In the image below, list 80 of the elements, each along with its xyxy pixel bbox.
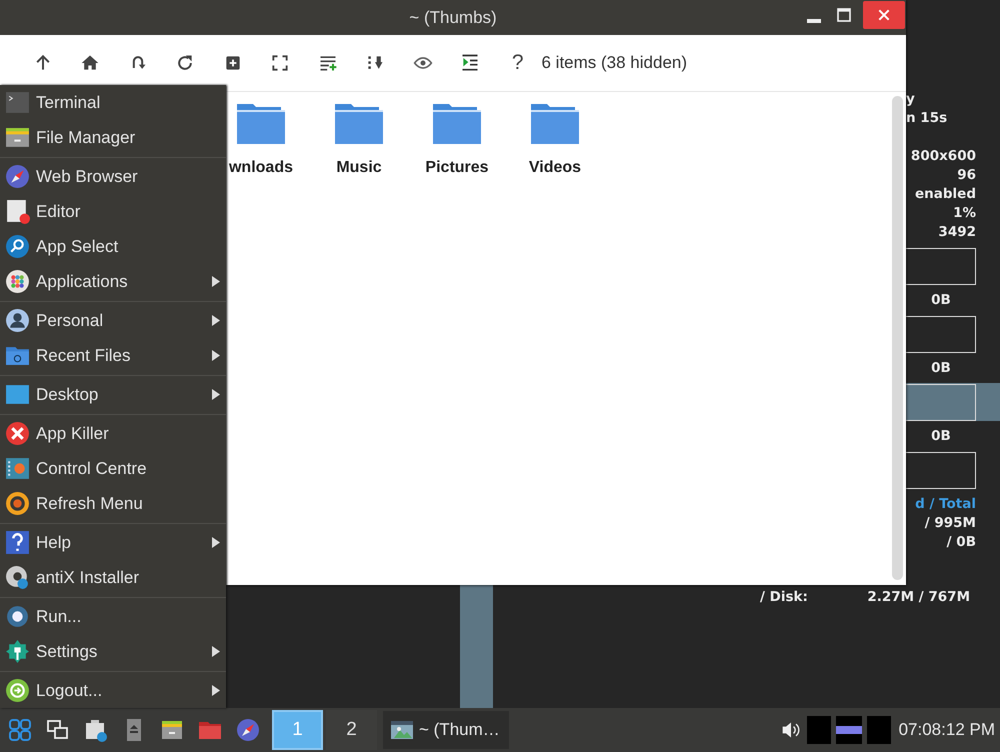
app-icon [5,604,30,629]
submenu-arrow-icon [212,389,220,400]
stat-value: 800x600 [910,147,976,166]
stat-value: 2.27M / 767M [867,588,970,607]
submenu-arrow-icon [212,276,220,287]
menu-item[interactable]: Editor [0,194,226,229]
stat-value: 1% [952,204,976,223]
desktop-button[interactable]: 2 [326,710,377,750]
stat-label: / Disk: [760,588,808,607]
menu-item[interactable]: Applications [0,264,226,299]
help-button[interactable]: ? [494,43,542,83]
folder-name[interactable]: Pictures [425,159,489,177]
folder-name[interactable]: wnloads [228,159,293,177]
stat-value: / 0B [946,533,976,552]
stat-value: 0B [930,359,952,378]
folder-name[interactable]: Videos [528,159,582,177]
stat-value: 0B [930,291,952,310]
menu-item[interactable]: Desktop [0,377,226,412]
item-count: 6 items (38 hidden) [542,53,688,73]
compass-icon [236,718,260,742]
app-icon [5,308,30,333]
maximize-icon [836,7,852,23]
submenu-arrow-icon [212,537,220,548]
package-icon [84,718,108,742]
app-icon [5,678,30,703]
stat-value: 96 [956,166,976,185]
menu-item[interactable]: Help [0,525,226,560]
file-cabinet-icon [160,718,184,742]
menu-item[interactable]: Personal [0,303,226,338]
minimize-icon [807,19,821,23]
submenu-arrow-icon [212,646,220,657]
menu-item[interactable]: File Manager [0,120,226,155]
stat-value: y [906,90,916,109]
app-icon [5,234,30,259]
app-icon [5,199,30,224]
task-button[interactable]: ~ (Thum… [383,711,509,749]
menu-item[interactable]: Refresh Menu [0,486,226,521]
app-icon [5,164,30,189]
stat-value: n 15s [906,109,948,128]
app-icon [5,530,30,555]
menu-item[interactable]: Logout... [0,673,226,708]
menu-item[interactable]: Run... [0,599,226,634]
window-title: ~ (Thumbs) [408,8,498,28]
app-icon [5,269,30,294]
file-manager-icon [389,718,415,742]
clock: 07:08:12 PM [898,720,995,740]
stat-value: 0B [930,427,952,446]
menu-item[interactable]: App Killer [0,416,226,451]
meter-icon [836,716,862,744]
app-icon [5,125,30,150]
app-icon [5,90,30,115]
windows-icon [46,718,70,742]
indent-list-icon [460,53,480,73]
menu-item[interactable]: App Select [0,229,226,264]
app-icon [5,421,30,446]
menu-item[interactable]: Recent Files [0,338,226,373]
submenu-arrow-icon [212,350,220,361]
stat-value: / 995M [924,514,976,533]
app-icon [5,565,30,590]
close-icon [876,7,892,23]
close-button[interactable] [863,1,905,29]
menu-item[interactable]: Web Browser [0,159,226,194]
submenu-arrow-icon [212,685,220,696]
app-icon [5,456,30,481]
speaker-icon [780,720,802,740]
folder-name[interactable]: Music [336,159,382,177]
app-icon [5,639,30,664]
scrollbar[interactable] [892,96,903,580]
stat-value: enabled [914,185,976,204]
stat-value: 3492 [937,223,976,242]
app-icon [5,382,30,407]
menu-item[interactable]: Settings [0,634,226,669]
app-grid-icon [8,718,32,742]
menu-item[interactable]: Control Centre [0,451,226,486]
submenu-arrow-icon [212,315,220,326]
menu-item[interactable]: Terminal [0,85,226,120]
app-icon [5,491,30,516]
menu-item[interactable]: antiX Installer [0,560,226,595]
stat-value: d / Total [914,495,976,514]
fullscreen-icon [270,53,290,73]
